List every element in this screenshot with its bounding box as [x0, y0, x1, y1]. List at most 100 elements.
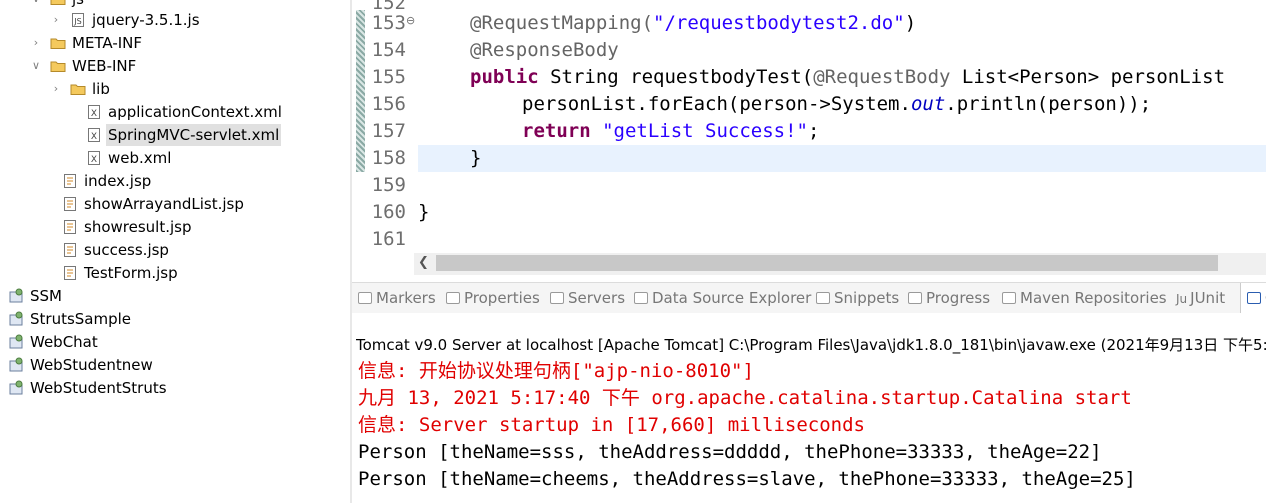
tree-item[interactable]: ›StrutsSample — [0, 308, 350, 330]
tab-properties[interactable]: Properties — [446, 283, 540, 313]
tree-item[interactable]: success.jsp — [0, 239, 350, 261]
code-token: List<Person> personList — [950, 66, 1226, 88]
tab-progress[interactable]: Progress — [908, 283, 990, 313]
code-line-154: @ResponseBody — [470, 37, 619, 64]
tree-item-label: SpringMVC-servlet.xml — [106, 124, 282, 146]
line-number: 153 — [371, 12, 406, 34]
tree-item-label: WEB-INF — [72, 57, 137, 75]
project-icon — [8, 357, 24, 373]
code-token: "/requestbodytest2.do" — [653, 12, 905, 34]
project-icon — [8, 288, 24, 304]
tab-label: Progress — [926, 289, 991, 307]
line-number: 158 — [371, 147, 406, 169]
project-icon — [8, 334, 24, 350]
horizontal-scrollbar[interactable]: ❮ — [414, 253, 1266, 275]
folder-icon — [70, 81, 86, 97]
code-line-160: } — [418, 201, 430, 223]
line-number: 159 — [371, 174, 406, 196]
code-line-157: return "getList Success!"; — [522, 118, 819, 145]
tree-item-label: jquery-3.5.1.js — [92, 11, 200, 29]
tab-data-source-explorer[interactable]: Data Source Explorer — [634, 283, 811, 313]
snippets-icon — [816, 292, 830, 304]
fold-icon[interactable]: ⊖ — [406, 14, 415, 27]
console-icon — [1247, 292, 1261, 304]
tree-item-label: WebStudentStruts — [30, 379, 167, 397]
tree-item[interactable]: TestForm.jsp — [0, 262, 350, 284]
tree-item-label: showArrayandList.jsp — [84, 195, 244, 213]
tab-label: JUnit — [1190, 289, 1226, 307]
tree-item-label: WebChat — [30, 333, 98, 351]
tab-label: Properties — [464, 289, 540, 307]
line-number: 156 — [371, 93, 406, 115]
code-token: ; — [807, 120, 820, 142]
console-line: 九月 13, 2021 5:17:40 下午 org.apache.catali… — [358, 387, 1132, 409]
console-title: Tomcat v9.0 Server at localhost [Apache … — [356, 336, 1266, 354]
tab-label: Servers — [568, 289, 626, 307]
tab-markers[interactable]: Markers — [358, 283, 436, 313]
tab-snippets[interactable]: Snippets — [816, 283, 899, 313]
code-token: return — [522, 120, 591, 142]
tree-item[interactable]: Xweb.xml — [0, 147, 350, 169]
tab-servers[interactable]: Servers — [550, 283, 625, 313]
markers-icon — [358, 292, 372, 304]
code-token: ) — [904, 12, 917, 34]
tree-item-label: applicationContext.xml — [108, 103, 282, 121]
tree-item[interactable]: › META-INF — [0, 32, 350, 54]
tree-item[interactable]: XapplicationContext.xml — [0, 101, 350, 123]
code-line-156: personList.forEach(person->System.out.pr… — [522, 91, 1151, 118]
tree-item[interactable]: ›WebStudentStruts — [0, 377, 350, 399]
line-number: 160 — [371, 201, 406, 223]
svg-text:X: X — [91, 109, 97, 119]
line-number: 157 — [371, 120, 406, 142]
tree-item[interactable]: showresult.jsp — [0, 216, 350, 238]
svg-text:X: X — [91, 155, 97, 165]
scroll-left-icon[interactable]: ❮ — [418, 253, 429, 273]
tree-item-label: WebStudentnew — [30, 356, 153, 374]
scrollbar-thumb[interactable] — [436, 255, 1218, 271]
project-icon — [8, 380, 24, 396]
tab-label: Markers — [376, 289, 436, 307]
tab-maven-repositories[interactable]: Maven Repositories — [1002, 283, 1167, 313]
project-explorer: ∨js›JSjquery-3.5.1.js›META-INF∨WEB-INF›l… — [0, 0, 350, 503]
code-editor[interactable]: 152 153 ⊖ 154 155 156 157 158 159 160 16… — [352, 0, 1266, 275]
code-line-155: public String requestbodyTest(@RequestBo… — [470, 64, 1225, 91]
tree-item[interactable]: index.jsp — [0, 170, 350, 192]
console-line: 信息: Server startup in [17,660] milliseco… — [358, 414, 865, 436]
code-token: @RequestMapping( — [470, 12, 654, 34]
tree-item[interactable]: ›WebStudentnew — [0, 354, 350, 376]
tree-item[interactable]: ∨ WEB-INF — [0, 55, 350, 77]
tree-item[interactable]: X SpringMVC-servlet.xml — [0, 124, 350, 146]
xml-file-icon: X — [86, 104, 102, 120]
code-token: personList.forEach(person->System. — [522, 93, 911, 115]
tree-item-label: index.jsp — [84, 172, 152, 190]
chevron-right-icon[interactable]: › — [50, 78, 62, 100]
jsp-file-icon — [62, 173, 78, 189]
console-line: Person [theName=cheems, theAddress=slave… — [358, 468, 1136, 490]
progress-icon — [908, 292, 922, 304]
chevron-right-icon[interactable]: › — [50, 9, 62, 31]
tree-item[interactable]: showArrayandList.jsp — [0, 193, 350, 215]
tree-item[interactable]: › lib — [0, 78, 350, 100]
servers-icon — [550, 292, 564, 304]
tree-item[interactable]: ›WebChat — [0, 331, 350, 353]
tab-console[interactable]: C — [1240, 283, 1266, 313]
tree-item-label: showresult.jsp — [84, 218, 192, 236]
jsp-file-icon — [62, 219, 78, 235]
chevron-right-icon[interactable]: › — [30, 32, 42, 54]
svg-text:X: X — [91, 132, 97, 142]
jsp-file-icon — [62, 265, 78, 281]
folder-icon — [50, 58, 66, 74]
console-line: Person [theName=sss, theAddress=ddddd, t… — [358, 441, 1102, 463]
folder-icon — [50, 35, 66, 51]
data-source-icon — [634, 292, 648, 304]
chevron-down-icon[interactable]: ∨ — [30, 55, 42, 77]
tab-label: Maven Repositories — [1020, 289, 1167, 307]
tree-item[interactable]: ›SSM — [0, 285, 350, 307]
code-token: public — [470, 66, 539, 88]
tree-item[interactable]: › JS jquery-3.5.1.js — [0, 9, 350, 31]
code-line-158: } — [470, 147, 482, 169]
tree-item-label: web.xml — [108, 149, 172, 167]
properties-icon — [446, 292, 460, 304]
xml-file-icon: X — [86, 127, 102, 143]
tab-junit[interactable]: Ju JUnit — [1176, 283, 1225, 313]
